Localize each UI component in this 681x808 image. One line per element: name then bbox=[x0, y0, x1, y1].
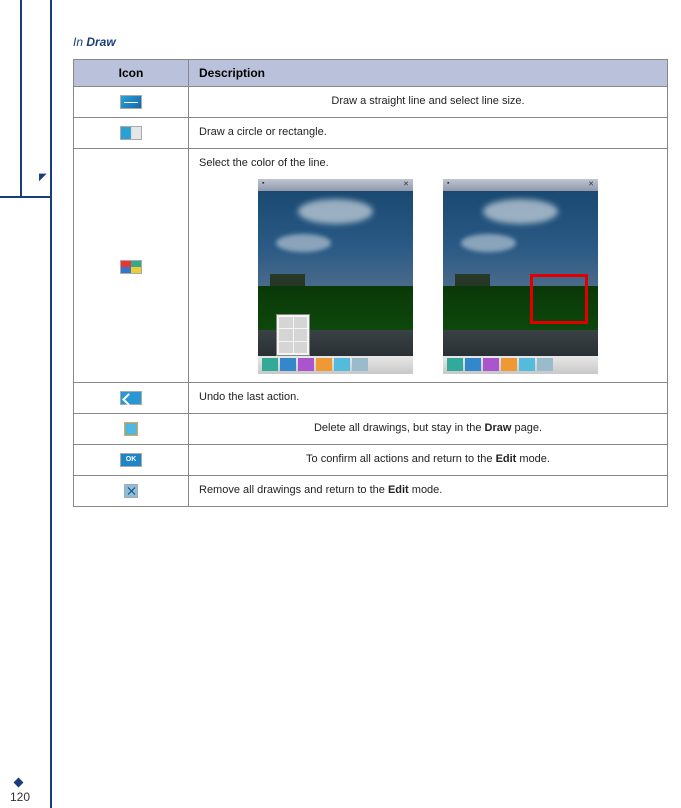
section-heading: In Draw bbox=[73, 35, 668, 49]
screenshots-row: ▪✕ ▪✕ bbox=[199, 179, 657, 374]
table-row: Delete all drawings, but stay in the Dra… bbox=[74, 414, 668, 445]
undo-icon bbox=[120, 391, 142, 405]
table-row: Select the color of the line. ▪✕ bbox=[74, 149, 668, 383]
table-row: Remove all drawings and return to the Ed… bbox=[74, 476, 668, 507]
cancel-icon bbox=[124, 484, 138, 498]
table-row: Draw a straight line and select line siz… bbox=[74, 87, 668, 118]
page-number: 120 bbox=[10, 790, 30, 804]
page-ornament-icon bbox=[14, 778, 24, 788]
desc-shape: Draw a circle or rectangle. bbox=[189, 118, 668, 149]
side-rule-vert bbox=[20, 0, 22, 196]
desc-color: Select the color of the line. bbox=[199, 157, 657, 169]
section-title-bold: Draw bbox=[86, 35, 115, 49]
selection-rectangle bbox=[530, 274, 588, 324]
shape-tool-icon bbox=[120, 126, 142, 140]
desc-remove: Remove all drawings and return to the Ed… bbox=[189, 476, 668, 507]
header-description: Description bbox=[189, 60, 668, 87]
table-row: OK To confirm all actions and return to … bbox=[74, 445, 668, 476]
line-tool-icon bbox=[120, 95, 142, 109]
screenshot-right: ▪✕ bbox=[443, 179, 598, 374]
section-prefix: In bbox=[73, 35, 86, 49]
screenshot-left: ▪✕ bbox=[258, 179, 413, 374]
delete-icon bbox=[124, 422, 138, 436]
desc-delete: Delete all drawings, but stay in the Dra… bbox=[189, 414, 668, 445]
margin-arrow-icon: ◤ bbox=[39, 172, 47, 183]
desc-confirm: To confirm all actions and return to the… bbox=[189, 445, 668, 476]
table-row: Draw a circle or rectangle. bbox=[74, 118, 668, 149]
page-content: In Draw Icon Description Draw a straight… bbox=[73, 35, 668, 507]
header-icon: Icon bbox=[74, 60, 189, 87]
left-margin-rule bbox=[50, 0, 52, 808]
desc-line: Draw a straight line and select line siz… bbox=[189, 87, 668, 118]
color-tool-icon bbox=[120, 260, 142, 274]
ok-icon: OK bbox=[120, 453, 142, 467]
table-row: Undo the last action. bbox=[74, 383, 668, 414]
desc-color-cell: Select the color of the line. ▪✕ bbox=[189, 149, 668, 383]
draw-icons-table: Icon Description Draw a straight line an… bbox=[73, 59, 668, 507]
desc-undo: Undo the last action. bbox=[189, 383, 668, 414]
side-rule-horiz bbox=[0, 196, 50, 198]
